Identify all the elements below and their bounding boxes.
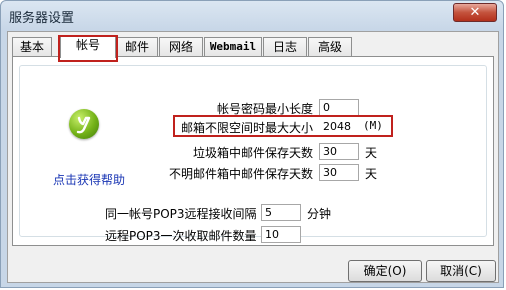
- pop3-interval-unit: 分钟: [307, 207, 332, 221]
- cancel-button[interactable]: 取消(C): [426, 260, 496, 282]
- tab-mail[interactable]: 邮件: [116, 37, 158, 56]
- unknown-keep-days-unit: 天: [365, 167, 378, 181]
- pop3-count-label: 远程POP3一次收取邮件数量: [105, 229, 257, 243]
- max-mailbox-size-unit: (M): [363, 119, 383, 132]
- min-password-length-input[interactable]: 0: [319, 99, 359, 116]
- window-title: 服务器设置: [9, 11, 75, 26]
- account-tab-panel: 点击获得帮助 帐号密码最小长度 0 邮箱不限空间时最大大小 2048 (M) 垃…: [12, 56, 494, 246]
- tab-webmail[interactable]: Webmail: [204, 37, 262, 56]
- tab-log[interactable]: 日志: [263, 37, 307, 56]
- tab-basic[interactable]: 基本: [12, 37, 52, 56]
- trash-keep-days-input[interactable]: 30: [319, 143, 359, 160]
- trash-keep-days-unit: 天: [365, 146, 378, 160]
- close-button[interactable]: ✕: [453, 3, 497, 22]
- title-bar[interactable]: 服务器设置 ✕: [1, 1, 503, 31]
- ok-button[interactable]: 确定(O): [348, 260, 422, 282]
- max-mailbox-size-label: 邮箱不限空间时最大大小: [180, 121, 313, 135]
- pop3-count-input[interactable]: 10: [261, 226, 301, 243]
- unknown-keep-days-label: 不明邮件箱中邮件保存天数: [168, 167, 313, 181]
- unknown-keep-days-input[interactable]: 30: [319, 164, 359, 181]
- help-link[interactable]: 点击获得帮助: [53, 171, 125, 188]
- tab-advanced[interactable]: 高级: [308, 37, 352, 56]
- tab-network[interactable]: 网络: [159, 37, 203, 56]
- help-icon[interactable]: [69, 109, 99, 139]
- trash-keep-days-label: 垃圾箱中邮件保存天数: [192, 146, 313, 160]
- pop3-interval-input[interactable]: 5: [261, 204, 301, 221]
- tab-highlight-box: [58, 35, 118, 62]
- settings-dialog: 服务器设置 ✕ 基本 帐号 邮件 网络 Webmail 日志 高级 点击获得帮助…: [0, 0, 504, 288]
- max-mailbox-size-input[interactable]: 2048: [319, 118, 359, 135]
- dialog-body: 基本 帐号 邮件 网络 Webmail 日志 高级 点击获得帮助 帐号密码最小长…: [7, 31, 499, 283]
- pop3-interval-label: 同一帐号POP3远程接收间隔: [105, 207, 257, 221]
